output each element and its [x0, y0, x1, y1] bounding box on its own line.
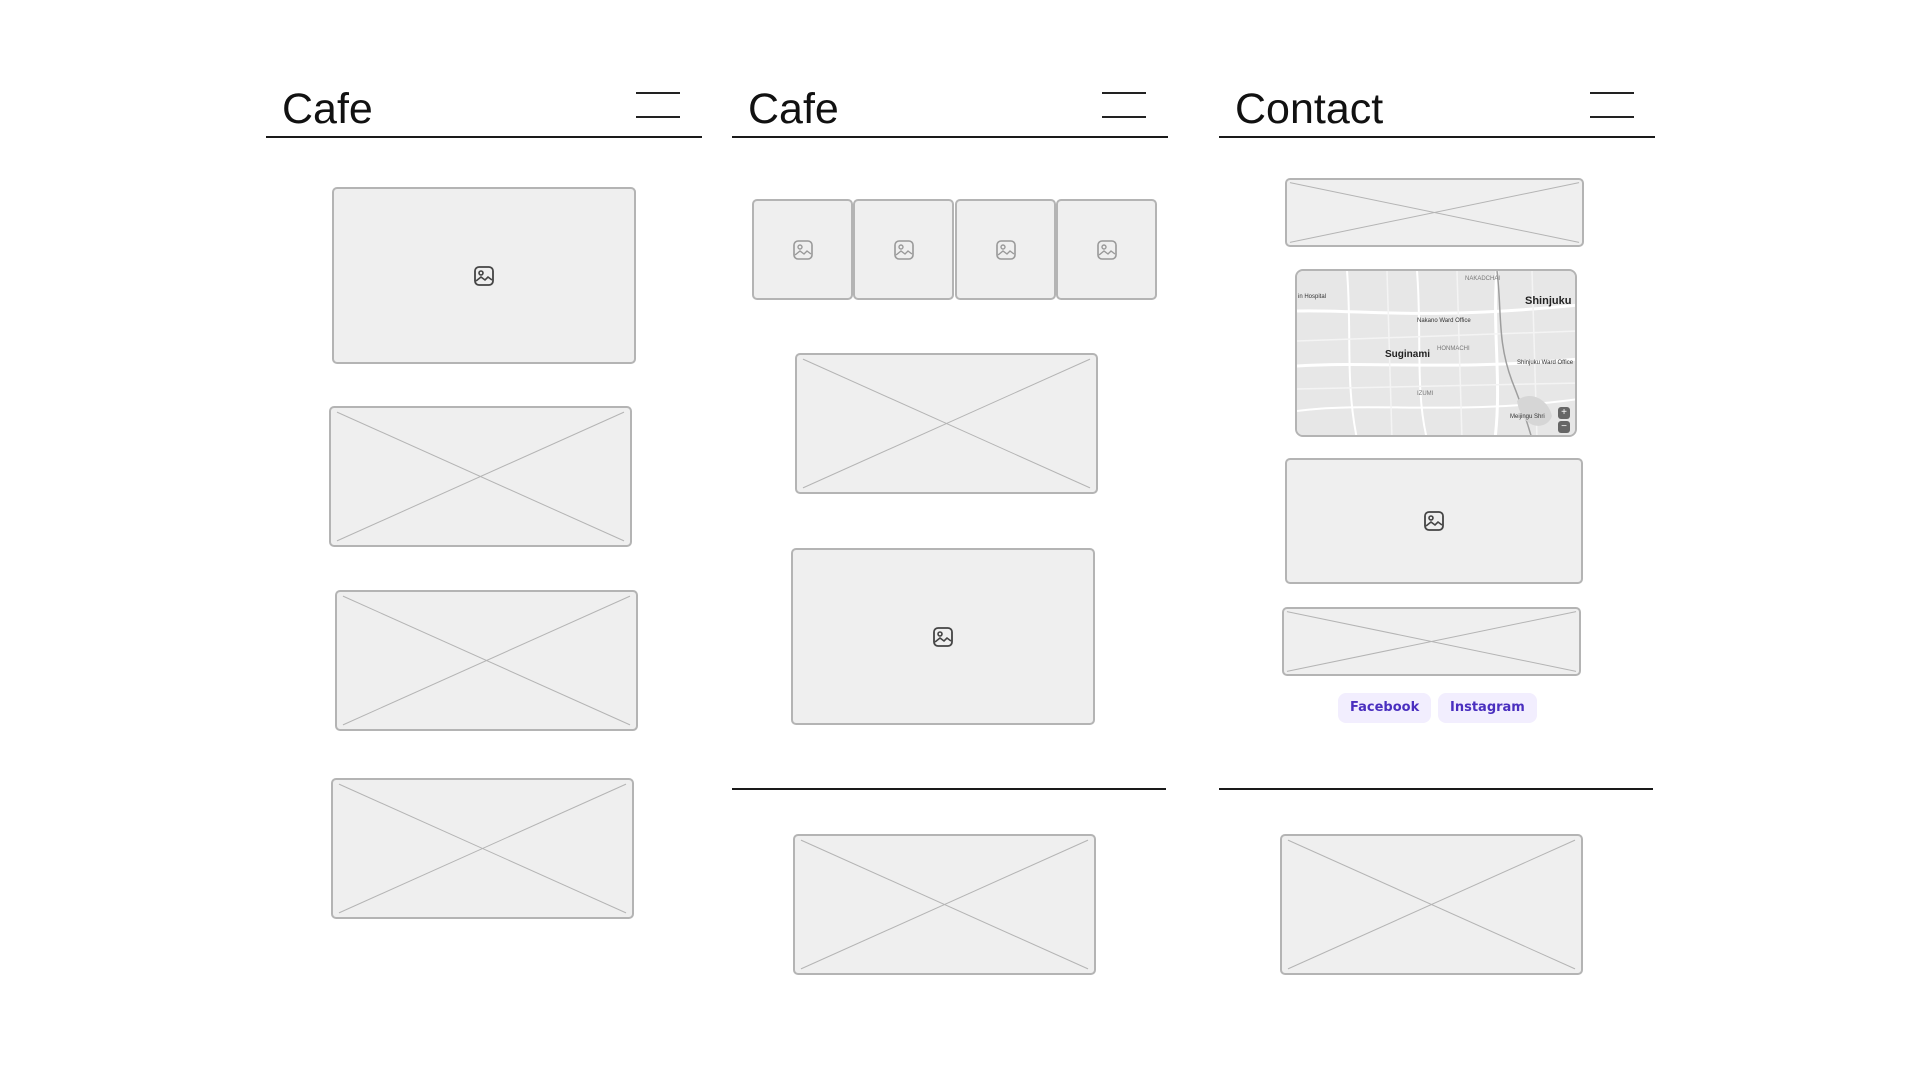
thumbnail[interactable] — [1056, 199, 1157, 300]
map-label: Shinjuku — [1525, 295, 1572, 307]
footer-divider — [732, 788, 1166, 790]
x-placeholder — [793, 834, 1096, 975]
x-placeholder — [331, 778, 634, 919]
image-icon — [474, 265, 494, 286]
x-placeholder — [335, 590, 638, 731]
hamburger-menu-icon[interactable] — [1102, 92, 1146, 118]
x-placeholder — [1280, 834, 1583, 975]
page-title: Contact — [1235, 85, 1384, 133]
instagram-link[interactable]: Instagram — [1438, 693, 1537, 723]
image-icon — [1096, 239, 1117, 260]
map-label: Nakano Ward Office — [1417, 318, 1471, 324]
map-label: Meijingu Shri — [1510, 414, 1545, 420]
image-placeholder — [332, 187, 636, 364]
page-title: Cafe — [282, 85, 373, 133]
image-icon — [792, 239, 813, 260]
x-placeholder — [329, 406, 632, 547]
zoom-in-button[interactable]: + — [1558, 407, 1570, 419]
facebook-link[interactable]: Facebook — [1338, 693, 1432, 723]
page-title: Cafe — [748, 85, 839, 133]
image-icon — [1424, 511, 1444, 531]
zoom-out-button[interactable]: − — [1558, 421, 1570, 433]
map-label: Suginami — [1385, 349, 1431, 360]
map-label: HONMACHI — [1437, 346, 1470, 352]
map-label: Shinjuku Ward Office — [1517, 360, 1574, 366]
header-divider — [732, 136, 1168, 138]
map-label: in Hospital — [1298, 294, 1327, 300]
thumbnail[interactable] — [752, 199, 853, 300]
map-label: NAKADCHAI — [1465, 276, 1501, 282]
image-placeholder — [791, 548, 1095, 725]
thumbnail[interactable] — [955, 199, 1056, 300]
map-label: IZUMI — [1417, 391, 1434, 397]
image-placeholder — [1285, 458, 1583, 584]
image-icon — [995, 239, 1016, 260]
image-icon — [893, 239, 914, 260]
footer-divider — [1219, 788, 1653, 790]
thumbnail[interactable] — [853, 199, 954, 300]
hamburger-menu-icon[interactable] — [636, 92, 680, 118]
header-divider — [266, 136, 702, 138]
map[interactable]: Shinjuku Suginami Nakano Ward Office Shi… — [1295, 269, 1577, 437]
image-icon — [933, 626, 953, 647]
x-placeholder — [1282, 607, 1581, 676]
hamburger-menu-icon[interactable] — [1590, 92, 1634, 118]
x-placeholder — [795, 353, 1098, 494]
header-divider — [1219, 136, 1655, 138]
x-placeholder — [1285, 178, 1584, 247]
